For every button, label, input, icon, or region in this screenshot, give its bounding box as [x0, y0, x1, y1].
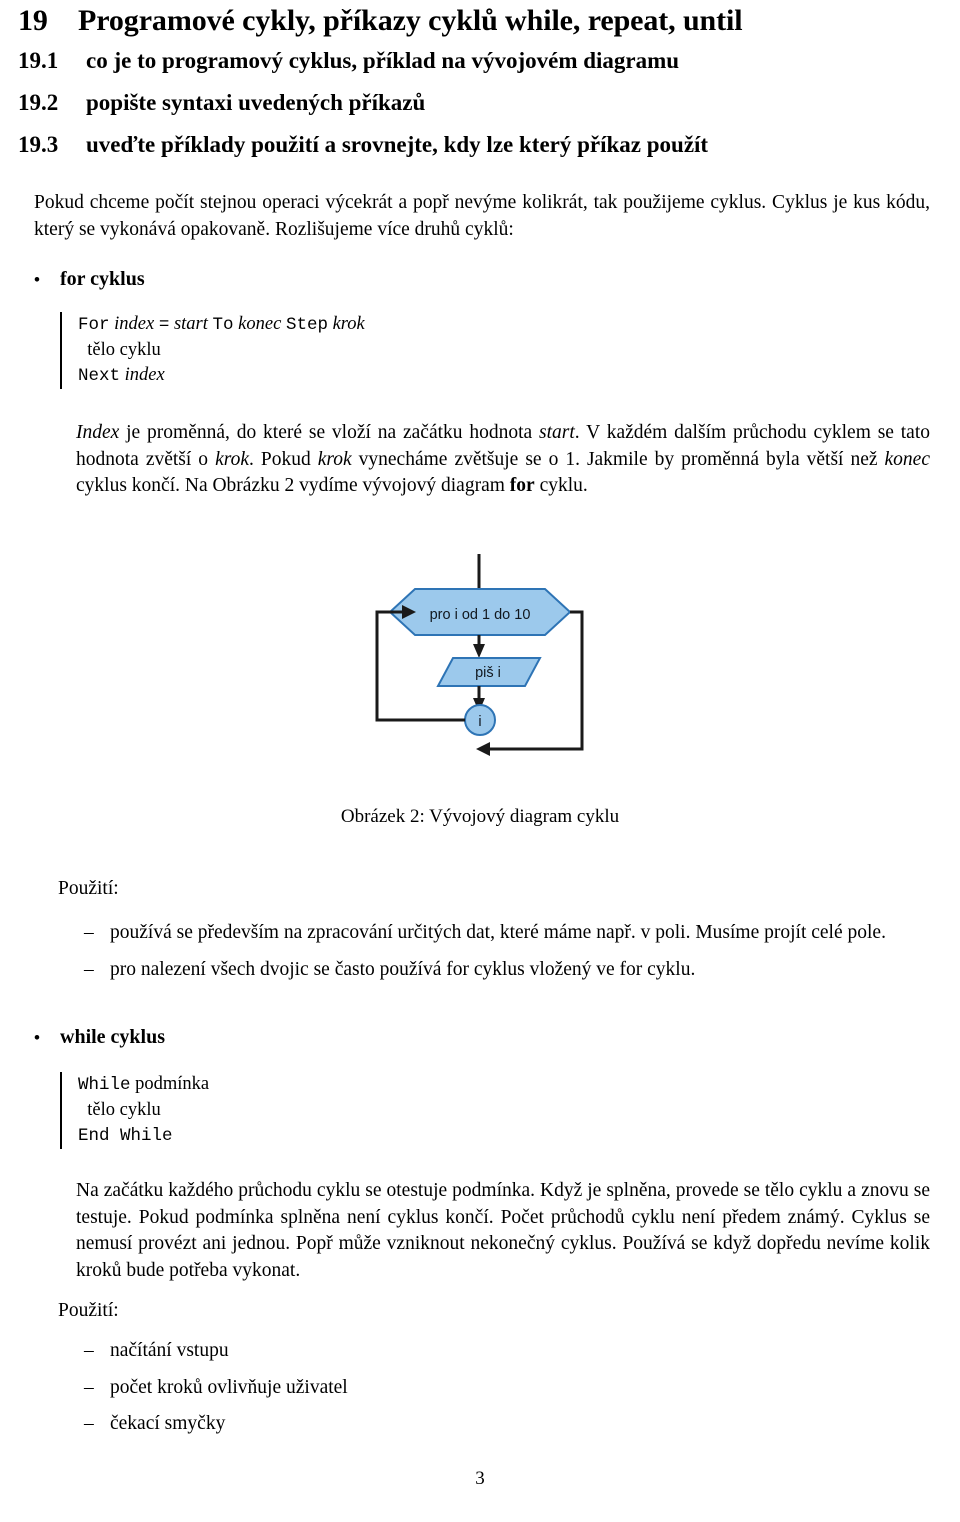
list-item: – čekací smyčky	[84, 1411, 942, 1438]
flowchart-node-loop-header: pro i od 1 do 10	[388, 588, 572, 636]
code-operator-equals: =	[158, 315, 170, 335]
flowchart-node-increment: i	[464, 704, 496, 736]
code-keyword-end-while: End While	[78, 1126, 173, 1146]
page-number: 3	[475, 1468, 485, 1489]
list-item-text: čekací smyčky	[110, 1413, 226, 1434]
list-item-text: počet kroků ovlivňuje uživatel	[110, 1376, 348, 1398]
code-var-start: start	[173, 314, 208, 334]
code-block-for: For index = start To konec Step krok těl…	[60, 312, 365, 389]
list-item: – používá se především na zpracování urč…	[84, 920, 942, 947]
code-body-telo-cyklu: tělo cyklu	[87, 340, 161, 360]
dash-icon: –	[84, 922, 94, 943]
for-description-paragraph: Index je proměnná, do které se vloží na …	[76, 422, 931, 496]
code-var-konec: konec	[238, 314, 282, 334]
code-keyword-step: Step	[285, 315, 328, 335]
intro-paragraph: Pokud chceme počít stejnou operaci výcek…	[34, 192, 930, 240]
while-description-paragraph: Na začátku každého průchodu cyklu se ote…	[76, 1180, 930, 1281]
document-page: 19 Programové cykly, příkazy cyklů while…	[0, 0, 960, 1522]
section-heading-19-1: 19.1 co je to programový cyklus, příklad…	[18, 48, 948, 74]
section-heading-19-2: 19.2 popište syntaxi uvedených příkazů	[18, 90, 948, 116]
usage-label-for: Použití:	[58, 878, 119, 899]
list-item: – načítání vstupu	[84, 1338, 942, 1365]
chapter-number: 19	[18, 4, 48, 37]
list-item-text: používá se především na zpracování určit…	[110, 922, 886, 943]
flowchart-arrow-header-to-output	[473, 635, 485, 658]
code-body-telo-cyklu: tělo cyklu	[87, 1100, 161, 1120]
list-item: – počet kroků ovlivňuje uživatel	[84, 1375, 942, 1402]
code-block-while: While podmínka tělo cyklu End While	[60, 1072, 209, 1149]
list-item-text: načítání vstupu	[110, 1340, 229, 1361]
code-keyword-for: For	[78, 315, 110, 335]
chapter-title: Programové cykly, příkazy cyklů while, r…	[78, 4, 743, 37]
dash-icon: –	[84, 958, 94, 980]
list-item-for-cyklus: • for cyklus	[34, 268, 145, 291]
section-title: uveďte příklady použití a srovnejte, kdy…	[86, 132, 709, 157]
chapter-heading: 19 Programové cykly, příkazy cyklů while…	[18, 4, 948, 38]
code-keyword-while: While	[78, 1075, 131, 1095]
list-item: – pro nalezení všech dvojic se často pou…	[84, 957, 942, 984]
list-item-text: pro nalezení všech dvojic se často použí…	[110, 958, 696, 980]
code-var-index: index	[114, 314, 155, 334]
usage-list-while: – načítání vstupu – počet kroků ovlivňuj…	[84, 1338, 942, 1448]
code-keyword-next: Next	[78, 366, 121, 386]
svg-text:i: i	[478, 714, 481, 730]
section-title: popište syntaxi uvedených příkazů	[86, 90, 426, 115]
list-item-label: while cyklus	[60, 1026, 166, 1048]
flowchart-node-output: piš i	[436, 657, 542, 687]
svg-text:pro i od 1 do 10: pro i od 1 do 10	[430, 607, 531, 623]
bullet-icon: •	[34, 270, 40, 289]
section-heading-19-3: 19.3 uveďte příklady použití a srovnejte…	[18, 132, 948, 158]
figure-caption: Obrázek 2: Vývojový diagram cyklu	[340, 806, 620, 827]
section-number: 19.1	[18, 48, 59, 73]
code-var-index-next: index	[124, 365, 165, 385]
section-title: co je to programový cyklus, příklad na v…	[86, 48, 680, 73]
code-condition-podminka: podmínka	[135, 1074, 210, 1094]
usage-label-while: Použití:	[58, 1300, 119, 1321]
usage-list-for: – používá se především na zpracování urč…	[84, 920, 942, 993]
code-keyword-to: To	[212, 315, 234, 335]
list-item-while-cyklus: • while cyklus	[34, 1026, 165, 1049]
code-var-krok: krok	[332, 314, 365, 334]
section-number: 19.3	[18, 132, 59, 157]
bullet-icon: •	[34, 1028, 40, 1047]
section-number: 19.2	[18, 90, 59, 115]
dash-icon: –	[84, 1340, 94, 1361]
dash-icon: –	[84, 1413, 94, 1434]
flowchart-figure: pro i od 1 do 10 piš i i	[360, 548, 600, 760]
dash-icon: –	[84, 1376, 94, 1398]
list-item-label: for cyklus	[60, 268, 145, 290]
svg-text:piš i: piš i	[475, 665, 501, 681]
